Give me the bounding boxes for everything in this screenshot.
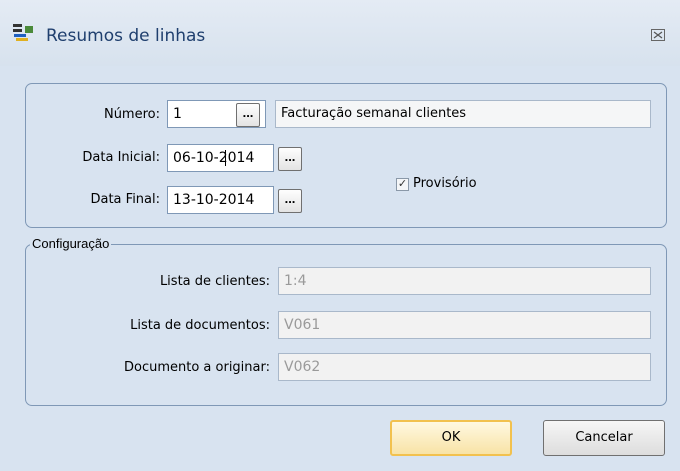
window-title: Resumos de linhas	[46, 26, 206, 46]
data-final-label: Data Final:	[90, 192, 160, 207]
text-caret	[225, 150, 226, 166]
data-final-browse-button[interactable]: ...	[278, 189, 302, 213]
documento-originar-field: V062	[278, 353, 651, 381]
ok-button[interactable]: OK	[390, 420, 512, 456]
cancel-button[interactable]: Cancelar	[543, 420, 665, 456]
data-inicial-input[interactable]: 06-10-2014	[167, 144, 274, 172]
lista-documentos-label: Lista de documentos:	[130, 318, 270, 333]
provisorio-checkbox[interactable]: ✓	[396, 178, 409, 191]
lista-clientes-label: Lista de clientes:	[159, 274, 270, 289]
provisorio-label: Provisório	[413, 176, 477, 191]
data-inicial-label: Data Inicial:	[82, 150, 160, 165]
lista-documentos-field: V061	[278, 311, 651, 339]
numero-label: Número:	[88, 107, 160, 122]
app-icon	[12, 23, 36, 45]
documento-originar-label: Documento a originar:	[123, 360, 270, 375]
config-legend: Configuração	[30, 236, 112, 251]
data-inicial-browse-button[interactable]: ...	[278, 147, 302, 171]
numero-description-field: Facturação semanal clientes	[275, 100, 651, 128]
dialog-content: Número: 1 ... Facturação semanal cliente…	[0, 66, 680, 471]
data-final-input[interactable]: 13-10-2014	[167, 186, 274, 214]
numero-browse-button[interactable]: ...	[236, 103, 260, 127]
numero-label-text: Número:	[103, 107, 160, 122]
close-icon[interactable]	[650, 27, 666, 43]
title-bar: Resumos de linhas	[0, 0, 680, 66]
lista-clientes-field: 1:4	[278, 267, 651, 295]
